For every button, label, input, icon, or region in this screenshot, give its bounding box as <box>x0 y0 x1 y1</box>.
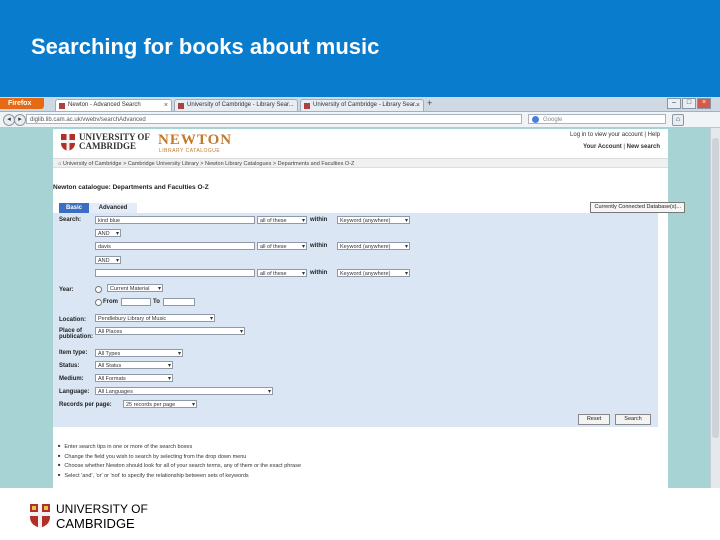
location-label: Location: <box>59 317 86 323</box>
breadcrumb: ⌂ University of Cambridge > Cambridge Un… <box>53 158 668 168</box>
item-type-label: Item type: <box>59 350 88 356</box>
to-label: To <box>153 299 160 305</box>
your-account-link[interactable]: Your Account <box>583 144 622 150</box>
maximize-button[interactable]: □ <box>682 98 696 109</box>
favicon-icon <box>178 103 184 109</box>
google-icon <box>532 116 539 123</box>
connected-databases-button[interactable]: Currently Connected Database(s)... <box>590 202 685 213</box>
cambridge-crest-icon <box>30 504 50 528</box>
within-label: within <box>310 270 328 276</box>
favicon-icon <box>304 103 310 109</box>
university-logo-text: UNIVERSITY OF CAMBRIDGE <box>79 132 150 151</box>
tab-newton-advanced-search[interactable]: Newton - Advanced Search × <box>55 99 172 111</box>
list-item: Select 'and', 'or' or 'not' to specify t… <box>58 471 301 481</box>
close-window-button[interactable]: × <box>697 98 711 109</box>
boolean-select-2[interactable]: AND <box>95 256 121 264</box>
slide-header: Searching for books about music <box>0 0 720 97</box>
records-per-page-label: Records per page: <box>59 402 112 408</box>
advanced-search-form: Search: kind blue all of these within Ke… <box>53 213 658 427</box>
slide-title: Searching for books about music <box>31 34 380 59</box>
list-item: Choose whether Newton should look for al… <box>58 461 301 471</box>
year-from-input[interactable] <box>121 298 151 306</box>
status-select[interactable]: All Status <box>95 361 173 369</box>
year-to-input[interactable] <box>163 298 195 306</box>
list-item: Change the field you wish to search by s… <box>58 452 301 462</box>
reset-button[interactable]: Reset <box>578 414 610 425</box>
search-tips: Enter search tips in one or more of the … <box>58 442 301 480</box>
year-range-radio[interactable] <box>95 299 102 306</box>
search-button[interactable]: Search <box>615 414 651 425</box>
match-select-2[interactable]: all of these <box>257 242 307 250</box>
language-select[interactable]: All Languages <box>95 387 273 395</box>
field-select-3[interactable]: Keyword (anywhere) <box>337 269 410 277</box>
search-term-input-1[interactable]: kind blue <box>95 216 255 224</box>
browser-search-box[interactable]: Google <box>528 114 666 124</box>
medium-label: Medium: <box>59 376 84 382</box>
search-label: Search: <box>59 217 82 223</box>
year-select[interactable]: Current Material <box>107 284 163 292</box>
list-item: Enter search tips in one or more of the … <box>58 442 301 452</box>
language-label: Language: <box>59 389 90 395</box>
within-label: within <box>310 243 328 249</box>
favicon-icon <box>59 103 65 109</box>
home-icon[interactable]: ⌂ <box>672 114 684 126</box>
records-per-page-select[interactable]: 25 records per page <box>123 400 197 408</box>
help-link[interactable]: Help <box>648 132 660 138</box>
match-select-3[interactable]: all of these <box>257 269 307 277</box>
field-select-1[interactable]: Keyword (anywhere) <box>337 216 410 224</box>
login-link[interactable]: Log in to view your account <box>570 132 643 138</box>
search-term-input-2[interactable]: davis <box>95 242 255 250</box>
close-tab-icon[interactable]: × <box>164 100 168 111</box>
field-select-2[interactable]: Keyword (anywhere) <box>337 242 410 250</box>
footer-university-logo: UNIVERSITY OF CAMBRIDGE <box>56 502 148 531</box>
cambridge-crest-icon <box>61 134 75 151</box>
account-links: Log in to view your account | Help Your … <box>570 132 660 150</box>
browser-window: Firefox Newton - Advanced Search × Unive… <box>0 97 720 488</box>
scrollbar-thumb[interactable] <box>712 138 719 438</box>
navigation-bar: ◂ ▸ diglib.lib.cam.ac.uk/vwebv/searchAdv… <box>0 112 720 128</box>
tab-library-search-2[interactable]: University of Cambridge - Library Sear..… <box>300 99 424 111</box>
forward-arrow-icon[interactable]: ▸ <box>14 114 26 126</box>
within-label: within <box>310 217 328 223</box>
close-tab-icon[interactable]: × <box>416 100 420 111</box>
year-current-radio[interactable] <box>95 286 102 293</box>
medium-select[interactable]: All Formats <box>95 374 173 382</box>
newton-subtitle: LIBRARY CATALOGUE <box>159 148 221 154</box>
boolean-select-1[interactable]: AND <box>95 229 121 237</box>
tab-advanced[interactable]: Advanced <box>89 203 137 213</box>
page-heading: Newton catalogue: Departments and Facult… <box>53 184 209 191</box>
tab-bar: Firefox Newton - Advanced Search × Unive… <box>0 97 720 112</box>
newton-logo[interactable]: NEWTON <box>158 133 232 148</box>
page-scrollbar[interactable] <box>710 128 720 488</box>
place-select[interactable]: All Places <box>95 327 245 335</box>
new-tab-button[interactable]: + <box>427 98 432 108</box>
place-label: Place of publication: <box>59 328 93 340</box>
match-select-1[interactable]: all of these <box>257 216 307 224</box>
year-label: Year: <box>59 287 74 293</box>
status-label: Status: <box>59 363 80 369</box>
location-select[interactable]: Pendlebury Library of Music <box>95 314 215 322</box>
search-term-input-3[interactable] <box>95 269 255 277</box>
firefox-menu-button[interactable]: Firefox <box>0 98 44 109</box>
tab-library-search-1[interactable]: University of Cambridge - Library Sear..… <box>174 99 298 111</box>
from-label: From <box>103 299 118 305</box>
url-bar[interactable]: diglib.lib.cam.ac.uk/vwebv/searchAdvance… <box>26 114 522 124</box>
newton-page: UNIVERSITY OF CAMBRIDGE NEWTON LIBRARY C… <box>53 129 685 488</box>
item-type-select[interactable]: All Types <box>95 349 183 357</box>
new-search-link[interactable]: New search <box>627 144 660 150</box>
minimize-button[interactable]: – <box>667 98 681 109</box>
tab-basic[interactable]: Basic <box>59 203 89 213</box>
